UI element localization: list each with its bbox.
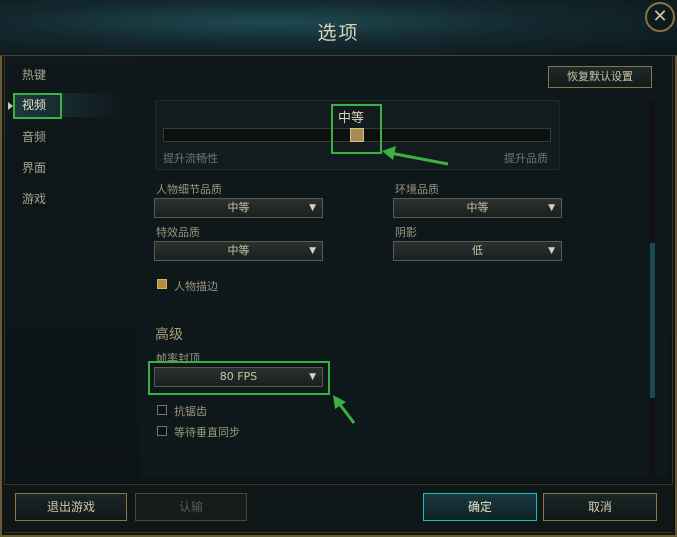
effects-value: 中等 bbox=[227, 244, 250, 257]
character-detail-dropdown[interactable]: 中等 ▼ bbox=[154, 198, 323, 218]
sidebar-item-interface[interactable]: 界面 bbox=[14, 156, 124, 180]
close-button[interactable]: ✕ bbox=[645, 2, 675, 32]
effects-label: 特效品质 bbox=[156, 226, 200, 239]
environment-label: 环境品质 bbox=[395, 183, 439, 196]
outline-checkbox[interactable] bbox=[157, 279, 167, 289]
window-title: 选项 bbox=[317, 22, 360, 44]
antialias-label: 抗锯齿 bbox=[174, 405, 207, 418]
sidebar-item-audio[interactable]: 音频 bbox=[14, 125, 124, 149]
sidebar-item-hotkeys[interactable]: 热键 bbox=[14, 63, 124, 87]
slider-left-label: 提升流畅性 bbox=[163, 152, 218, 165]
annotation-arrow-icon bbox=[333, 395, 356, 424]
shadows-value: 低 bbox=[472, 244, 483, 257]
character-detail-label: 人物细节品质 bbox=[156, 183, 222, 196]
chevron-down-icon: ▼ bbox=[548, 203, 555, 213]
annotation-arrow-icon bbox=[382, 146, 449, 166]
vsync-label: 等待垂直同步 bbox=[174, 426, 240, 439]
fps-highlight-box bbox=[148, 361, 330, 395]
chevron-down-icon: ▼ bbox=[309, 246, 316, 256]
environment-dropdown[interactable]: 中等 ▼ bbox=[393, 198, 562, 218]
close-icon: ✕ bbox=[652, 6, 668, 27]
sidebar-item-game[interactable]: 游戏 bbox=[14, 187, 124, 211]
shadows-dropdown[interactable]: 低 ▼ bbox=[393, 241, 562, 261]
advanced-section-title: 高级 bbox=[155, 327, 183, 343]
ok-button[interactable]: 确定 bbox=[423, 493, 537, 521]
vsync-checkbox[interactable] bbox=[157, 426, 167, 436]
sidebar: 热键 视频 音频 界面 游戏 bbox=[8, 58, 136, 478]
slider-highlight-box bbox=[331, 104, 382, 154]
title-bar: 选项 bbox=[0, 0, 677, 56]
reset-defaults-button[interactable]: 恢复默认设置 bbox=[548, 66, 652, 88]
effects-dropdown[interactable]: 中等 ▼ bbox=[154, 241, 323, 261]
scrollbar-thumb[interactable] bbox=[650, 243, 655, 398]
active-tab-highlight bbox=[13, 93, 62, 119]
outline-label: 人物描边 bbox=[174, 280, 218, 293]
slider-right-label: 提升品质 bbox=[504, 152, 548, 165]
character-detail-value: 中等 bbox=[227, 201, 250, 214]
exit-game-button[interactable]: 退出游戏 bbox=[15, 493, 127, 521]
shadows-label: 阴影 bbox=[395, 226, 417, 239]
active-indicator-icon bbox=[8, 102, 13, 110]
cancel-button[interactable]: 取消 bbox=[543, 493, 657, 521]
chevron-down-icon: ▼ bbox=[548, 246, 555, 256]
antialias-checkbox[interactable] bbox=[157, 405, 167, 415]
environment-value: 中等 bbox=[466, 201, 489, 214]
surrender-button[interactable]: 认输 bbox=[135, 493, 247, 521]
chevron-down-icon: ▼ bbox=[309, 203, 316, 213]
